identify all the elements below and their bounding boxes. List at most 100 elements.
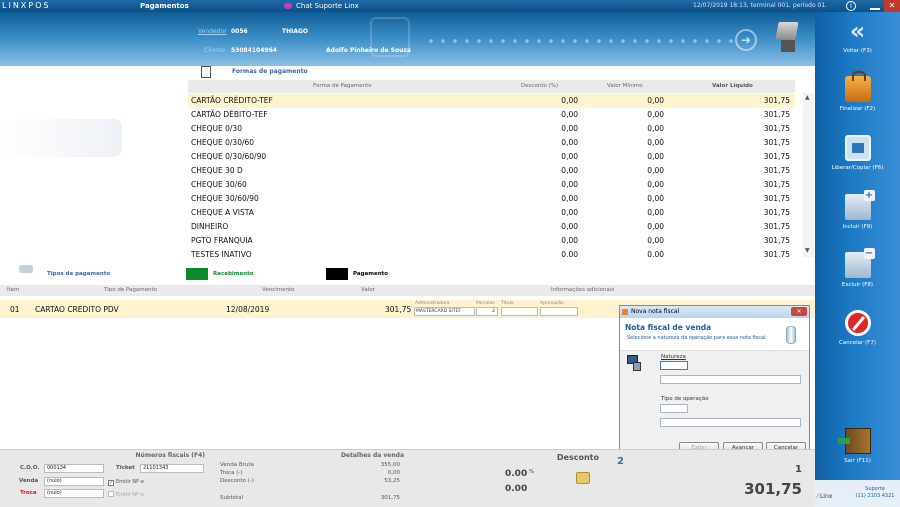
- table-row[interactable]: TESTES INATIVO 0,00 0,00 301,75: [188, 248, 795, 257]
- recebimento-swatch: [186, 268, 208, 280]
- chat-label: Chat Suporte Linx: [296, 2, 359, 10]
- venda-input[interactable]: (nulo): [44, 477, 104, 486]
- liberar-label: Liberar/Copiar (F6): [831, 165, 884, 171]
- recebimento-label: Recebimento: [213, 271, 254, 277]
- minimize-icon[interactable]: [870, 2, 880, 10]
- discount-panel: Desconto 0.00 % 0.00: [411, 450, 607, 507]
- computer-icon: [627, 355, 641, 371]
- finalizar-button[interactable]: Finalizar (F2): [815, 71, 900, 112]
- table-row[interactable]: CHEQUE 30/60/90 0,00 0,00 301,75: [188, 192, 795, 206]
- table-row[interactable]: CHEQUE 30/60 0,00 0,00 301,75: [188, 178, 795, 192]
- liquido-cell: 301,75: [763, 152, 790, 161]
- tp-item: 01: [10, 305, 20, 314]
- aprovacao-input[interactable]: [540, 307, 578, 316]
- scroll-up-icon[interactable]: ▲: [805, 94, 810, 101]
- nova-nota-dialog: Nova nota fiscal ✕ Nota fiscal de venda …: [619, 305, 810, 456]
- discount-tag-icon[interactable]: [576, 472, 590, 484]
- table-row[interactable]: CHEQUE 0/30 0,00 0,00 301,75: [188, 122, 795, 136]
- tipo-operacao-code-input[interactable]: [660, 404, 688, 413]
- forma-cell: CHEQUE 0/30/60: [191, 138, 255, 147]
- liberar-copiar-button[interactable]: Liberar/Copiar (F6): [815, 135, 900, 171]
- close-icon[interactable]: ✕: [884, 0, 900, 12]
- formas-scrollbar[interactable]: ▲ ▼: [803, 93, 814, 257]
- action-sidebar: « Voltar (F3) Finalizar (F2) Liberar/Cop…: [815, 12, 900, 507]
- forma-cell: CHEQUE 30/60: [191, 180, 247, 189]
- chat-icon: [284, 3, 292, 9]
- table-row[interactable]: CHEQUE A VISTA 0,00 0,00 301,75: [188, 206, 795, 220]
- sale-header: Vendedor 0056 THIAGO Cliente 53084104964…: [0, 12, 815, 66]
- desconto-cell: 0,00: [561, 194, 578, 203]
- top-bar: LINXPOS Pagamentos Chat Suporte Linx 12/…: [0, 0, 900, 12]
- forma-cell: CHEQUE 0/30/60/90: [191, 152, 267, 161]
- table-row[interactable]: CHEQUE 0/30/60/90 0,00 0,00 301,75: [188, 150, 795, 164]
- ticket-input[interactable]: 21101343: [140, 464, 204, 473]
- info-icon[interactable]: i: [846, 1, 856, 11]
- cliente-code: 53084104964: [231, 47, 277, 54]
- troca-label: Troca: [20, 490, 37, 496]
- col-valor: Valor: [361, 287, 375, 293]
- progress-dots: [425, 39, 735, 43]
- table-row[interactable]: CARTÃO DÉBITO-TEF 0,00 0,00 301,75: [188, 108, 795, 122]
- venda-label: Venda: [19, 478, 39, 484]
- table-row[interactable]: PGTO FRANQUIA 0,00 0,00 301,75: [188, 234, 795, 248]
- emitir-nfe-venda-checkbox[interactable]: ✓ Emitir NF-e: [108, 479, 144, 486]
- minimo-cell: 0,00: [647, 194, 664, 203]
- desconto-cell: 0,00: [561, 208, 578, 217]
- admin-label: Administradora: [415, 301, 450, 306]
- dialog-banner: Nota fiscal de venda Selecione a naturez…: [620, 318, 809, 351]
- tp-valor: 301,75: [385, 305, 412, 314]
- desconto-valor[interactable]: 0.00: [505, 484, 527, 494]
- table-row[interactable]: CHEQUE 0/30/60 0,00 0,00 301,75: [188, 136, 795, 150]
- table-row[interactable]: DINHEIRO 0,00 0,00 301,75: [188, 220, 795, 234]
- parcelas-input[interactable]: 2: [476, 307, 498, 316]
- emitir-nfe-troca-checkbox[interactable]: Emitir NF-e: [108, 491, 144, 498]
- minimo-cell: 0,00: [647, 236, 664, 245]
- checkbox-checked-icon: ✓: [108, 480, 114, 486]
- troca-input[interactable]: (nulo): [44, 489, 104, 498]
- scroll-down-icon[interactable]: ▼: [805, 247, 810, 254]
- sair-button[interactable]: Sair (F11): [815, 428, 900, 464]
- liquido-cell: 301,75: [763, 124, 790, 133]
- cancel-icon: [844, 310, 871, 336]
- coo-input[interactable]: 000134: [44, 464, 104, 473]
- excluir-button[interactable]: − Excluir (F8): [815, 248, 900, 288]
- linx-logo: ⁄ Linx: [817, 493, 833, 500]
- minimo-cell: 0,00: [647, 250, 664, 257]
- next-arrow-icon: ➜: [735, 29, 757, 51]
- forma-cell: CHEQUE 30/60/90: [191, 194, 259, 203]
- tipo-operacao-desc-input[interactable]: [660, 418, 801, 427]
- terminal-status: 12/07/2019 18:13, terminal 001, período …: [693, 2, 828, 9]
- desconto-cell: 0,00: [561, 222, 578, 231]
- minimo-cell: 0,00: [647, 110, 664, 119]
- desconto-cell: 0,00: [561, 96, 578, 105]
- minimo-cell: 0,00: [647, 96, 664, 105]
- liquido-cell: 301,75: [763, 110, 790, 119]
- natureza-code-input[interactable]: [660, 361, 688, 370]
- checkbox-icon: [108, 491, 114, 497]
- app-logo: LINXPOS: [2, 1, 51, 10]
- fiscais-title[interactable]: Números fiscais (F4): [136, 452, 205, 459]
- incluir-button[interactable]: + Incluir (F9): [815, 190, 900, 230]
- titulo-input[interactable]: [501, 307, 538, 316]
- voltar-button[interactable]: « Voltar (F3): [815, 18, 900, 54]
- forma-cell: CHEQUE 30 D: [191, 166, 243, 175]
- forma-cell: PGTO FRANQUIA: [191, 236, 253, 245]
- document-icon: [201, 66, 211, 78]
- sale-total: 301,75: [744, 480, 802, 498]
- fiscal-numbers-panel: Números fiscais (F4) C.O.O. 000134 Ticke…: [0, 450, 209, 507]
- desconto-pct[interactable]: 0.00: [505, 469, 527, 479]
- liquido-cell: 301,75: [763, 208, 790, 217]
- subtotal-value: 301,75: [380, 495, 400, 501]
- chat-support-link[interactable]: Chat Suporte Linx: [284, 0, 359, 12]
- liquido-cell: 301,75: [763, 96, 790, 105]
- vendedor-code: 0056: [231, 28, 248, 35]
- cancelar-button[interactable]: Cancelar (F7): [815, 310, 900, 346]
- table-row[interactable]: CHEQUE 30 D 0,00 0,00 301,75: [188, 164, 795, 178]
- table-row[interactable]: CARTÃO CRÉDITO-TEF 0,00 0,00 301,75: [188, 94, 795, 108]
- admin-select[interactable]: MASTERCARD SITEF: [414, 307, 475, 316]
- dialog-titlebar[interactable]: Nova nota fiscal ✕: [620, 306, 809, 318]
- natureza-desc-input[interactable]: [660, 375, 801, 384]
- vendedor-label[interactable]: Vendedor: [198, 28, 227, 35]
- pagamento-swatch: [326, 268, 348, 280]
- dialog-close-button[interactable]: ✕: [791, 307, 807, 316]
